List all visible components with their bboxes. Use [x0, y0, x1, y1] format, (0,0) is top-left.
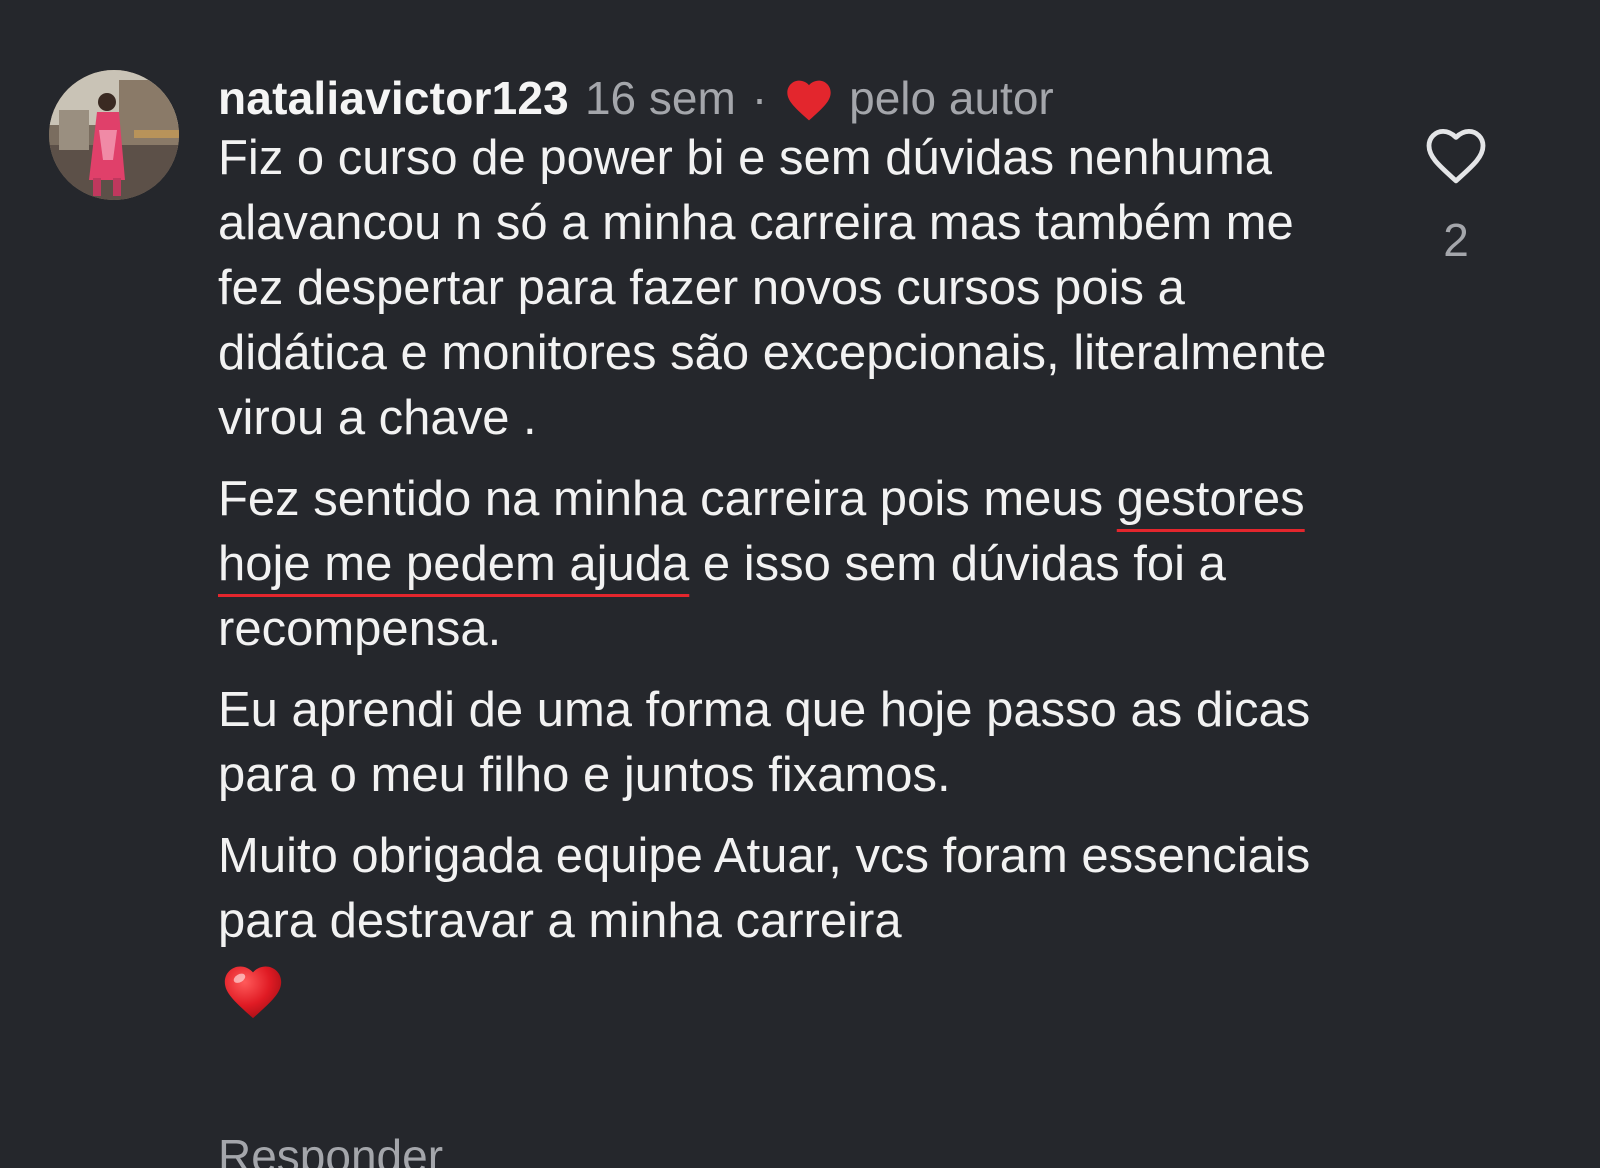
- heart-filled-icon: [783, 74, 835, 122]
- comment-username[interactable]: nataliavictor123: [218, 70, 569, 126]
- comment-paragraph-4: Muito obrigada equipe Atuar, vcs foram e…: [218, 829, 1311, 948]
- comment-item: nataliavictor123 16 sem · pelo autor Fiz…: [0, 0, 1600, 1168]
- avatar-photo: [49, 70, 179, 200]
- heart-outline-icon[interactable]: [1420, 120, 1492, 186]
- paragraph-2-start: Fez sentido na minha carreira pois meus: [218, 472, 1117, 526]
- comment-paragraph-3: Eu aprendi de uma forma que hoje passo a…: [218, 683, 1311, 802]
- comment-body: nataliavictor123 16 sem · pelo autor Fiz…: [218, 70, 1348, 1020]
- comment-timestamp: 16 sem: [584, 72, 736, 124]
- like-column: 2: [1418, 120, 1494, 268]
- comment-paragraph-2: Fez sentido na minha carreira pois meus …: [218, 467, 1348, 662]
- liked-by-author-label: pelo autor: [849, 72, 1054, 124]
- reply-link[interactable]: Responder: [218, 1128, 458, 1168]
- comment-meta: nataliavictor123 16 sem · pelo autor: [218, 70, 1348, 126]
- like-count: 2: [1443, 214, 1469, 266]
- comment-paragraph-1: Fiz o curso de power bi e sem dúvidas ne…: [218, 131, 1327, 445]
- red-heart-emoji-icon: [218, 958, 288, 1020]
- comment-text: Fiz o curso de power bi e sem dúvidas ne…: [218, 126, 1348, 1020]
- user-avatar[interactable]: [49, 70, 179, 200]
- meta-separator: ·: [751, 72, 768, 124]
